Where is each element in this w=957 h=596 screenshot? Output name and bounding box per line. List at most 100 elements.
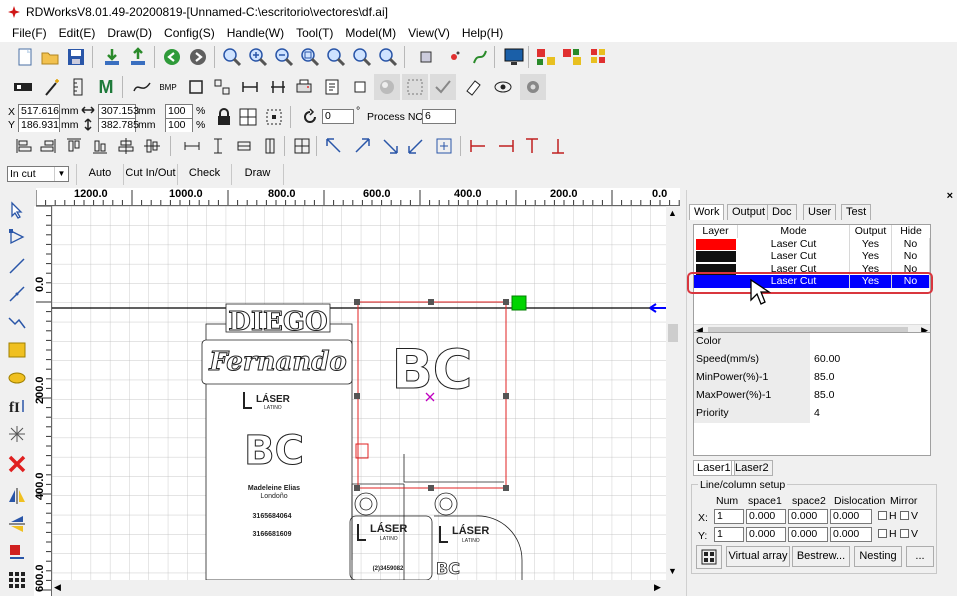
property-value[interactable]: 4 xyxy=(812,405,930,423)
select-rect-icon[interactable] xyxy=(402,74,428,100)
zoom-page-icon[interactable] xyxy=(298,45,322,69)
menu-item-5[interactable]: Tool(T) xyxy=(296,24,333,42)
same-size-icon[interactable] xyxy=(232,134,256,158)
grid-lock-icon[interactable] xyxy=(236,105,260,129)
mirror-vertical-icon[interactable] xyxy=(5,512,29,536)
y-num-field[interactable]: 1 xyxy=(714,527,744,542)
rectangle-tool-icon[interactable] xyxy=(5,338,29,362)
vertical-scrollbar[interactable]: ▲ ▼ xyxy=(666,206,680,580)
scroll-up-icon[interactable]: ▲ xyxy=(668,208,677,218)
line-icon[interactable] xyxy=(5,254,29,278)
menu-item-2[interactable]: Draw(D) xyxy=(107,24,152,42)
menu-item-1[interactable]: Edit(E) xyxy=(59,24,96,42)
document-icon[interactable] xyxy=(320,75,344,99)
bezier-icon[interactable] xyxy=(5,310,29,334)
delete-icon[interactable] xyxy=(5,452,29,476)
node-edit-icon[interactable] xyxy=(5,225,29,249)
align-vcenter-icon[interactable] xyxy=(140,134,164,158)
group-icon[interactable] xyxy=(210,75,234,99)
scroll-left-icon[interactable]: ◀ xyxy=(54,582,61,593)
text-m-icon[interactable]: M xyxy=(94,75,118,99)
lock-ratio-icon[interactable] xyxy=(212,105,236,129)
frame-icon[interactable] xyxy=(414,45,438,69)
horizontal-scrollbar[interactable]: ◀ ▶ xyxy=(52,580,666,596)
save-icon[interactable] xyxy=(64,45,88,69)
origin-icon[interactable] xyxy=(442,45,466,69)
x-num-field[interactable]: 1 xyxy=(714,509,744,524)
chevron-down-icon[interactable]: ▼ xyxy=(54,167,68,181)
corner-br-icon[interactable] xyxy=(378,134,402,158)
same-width-icon[interactable] xyxy=(180,134,204,158)
magic-wand-icon[interactable] xyxy=(40,75,64,99)
close-icon[interactable]: × xyxy=(947,190,953,202)
check-mark-icon[interactable] xyxy=(430,74,456,100)
check-button[interactable]: Check xyxy=(178,164,232,185)
menu-item-4[interactable]: Handle(W) xyxy=(227,24,284,42)
y-space2-field[interactable]: 0.000 xyxy=(788,527,828,542)
menu-item-3[interactable]: Config(S) xyxy=(164,24,215,42)
design-canvas[interactable]: DIEGO Fernando LÁSER LATINO BC Madeleine… xyxy=(52,206,666,580)
rotate-icon[interactable] xyxy=(298,105,322,129)
tab-test[interactable]: Test xyxy=(841,204,872,220)
move-bottom-icon[interactable] xyxy=(546,134,570,158)
monitor-icon[interactable] xyxy=(502,45,526,69)
curve-icon[interactable] xyxy=(130,75,154,99)
zoom-in-icon[interactable] xyxy=(220,45,244,69)
move-top-icon[interactable] xyxy=(520,134,544,158)
zoom-selected-icon[interactable] xyxy=(324,45,348,69)
menu-item-0[interactable]: File(F) xyxy=(12,24,47,42)
array-grid-tool-icon[interactable] xyxy=(5,568,29,592)
polyline-icon[interactable] xyxy=(5,282,29,306)
layer-row[interactable]: Laser Cut Yes No xyxy=(694,237,930,250)
x-mirror-v-checkbox[interactable] xyxy=(900,511,909,520)
layer-color-icon[interactable] xyxy=(5,540,29,564)
bitmap-icon[interactable]: BMP xyxy=(156,75,180,99)
layer-color-swatch[interactable] xyxy=(696,238,736,250)
select-arrow-icon[interactable] xyxy=(5,198,29,222)
page-center-icon[interactable] xyxy=(290,134,314,158)
menu-item-6[interactable]: Model(M) xyxy=(345,24,396,42)
eraser-icon[interactable] xyxy=(460,74,486,100)
path-icon[interactable] xyxy=(468,45,492,69)
more-options-button[interactable]: ... xyxy=(906,546,934,567)
tab-doc[interactable]: Doc xyxy=(767,204,797,220)
printer-icon[interactable] xyxy=(292,75,316,99)
tab-output[interactable]: Output xyxy=(727,204,771,220)
cut-mode-select[interactable]: In cut ▼ xyxy=(7,166,69,182)
move-right-icon[interactable] xyxy=(494,134,518,158)
export-icon[interactable] xyxy=(126,45,150,69)
open-file-icon[interactable] xyxy=(38,45,62,69)
sphere-icon[interactable] xyxy=(374,74,400,100)
eye-icon[interactable] xyxy=(490,74,516,100)
corner-tl-icon[interactable] xyxy=(322,134,346,158)
checkbox-icon[interactable] xyxy=(348,75,372,99)
corner-bl-icon[interactable] xyxy=(404,134,428,158)
bestrew-button[interactable]: Bestrew... xyxy=(792,546,850,567)
property-value[interactable]: 60.00 xyxy=(812,351,930,369)
y-dislocation-field[interactable]: 0.000 xyxy=(830,527,872,542)
distribute-icon[interactable] xyxy=(258,134,282,158)
same-height-icon[interactable] xyxy=(206,134,230,158)
laser-head-icon[interactable] xyxy=(10,75,38,99)
tab-work[interactable]: Work xyxy=(689,204,725,220)
cut-in-out-button[interactable]: Cut In/Out xyxy=(124,164,178,185)
x-dislocation-field[interactable]: 0.000 xyxy=(830,509,872,524)
auto-button[interactable]: Auto xyxy=(76,164,124,185)
redo-icon[interactable] xyxy=(186,45,210,69)
bounding-box-icon[interactable] xyxy=(262,105,286,129)
array-preview-button[interactable] xyxy=(696,545,722,569)
property-value[interactable]: 85.0 xyxy=(812,387,930,405)
layer-row[interactable]: Laser Cut Yes No xyxy=(694,250,930,263)
process-field[interactable]: 6 xyxy=(422,109,456,124)
ellipse-tool-icon[interactable] xyxy=(5,366,29,390)
height-field[interactable]: 382.785 xyxy=(98,118,139,133)
vertical-scroll-thumb[interactable] xyxy=(668,324,678,342)
x-field[interactable]: 517.616 xyxy=(18,104,60,119)
width-field[interactable]: 307.153 xyxy=(98,104,139,119)
center-icon[interactable] xyxy=(432,134,456,158)
menu-item-7[interactable]: View(V) xyxy=(408,24,450,42)
move-left-icon[interactable] xyxy=(466,134,490,158)
align-hcenter-icon[interactable] xyxy=(114,134,138,158)
text-tool-icon[interactable]: fI xyxy=(5,394,29,418)
align-right-icon[interactable] xyxy=(36,134,60,158)
